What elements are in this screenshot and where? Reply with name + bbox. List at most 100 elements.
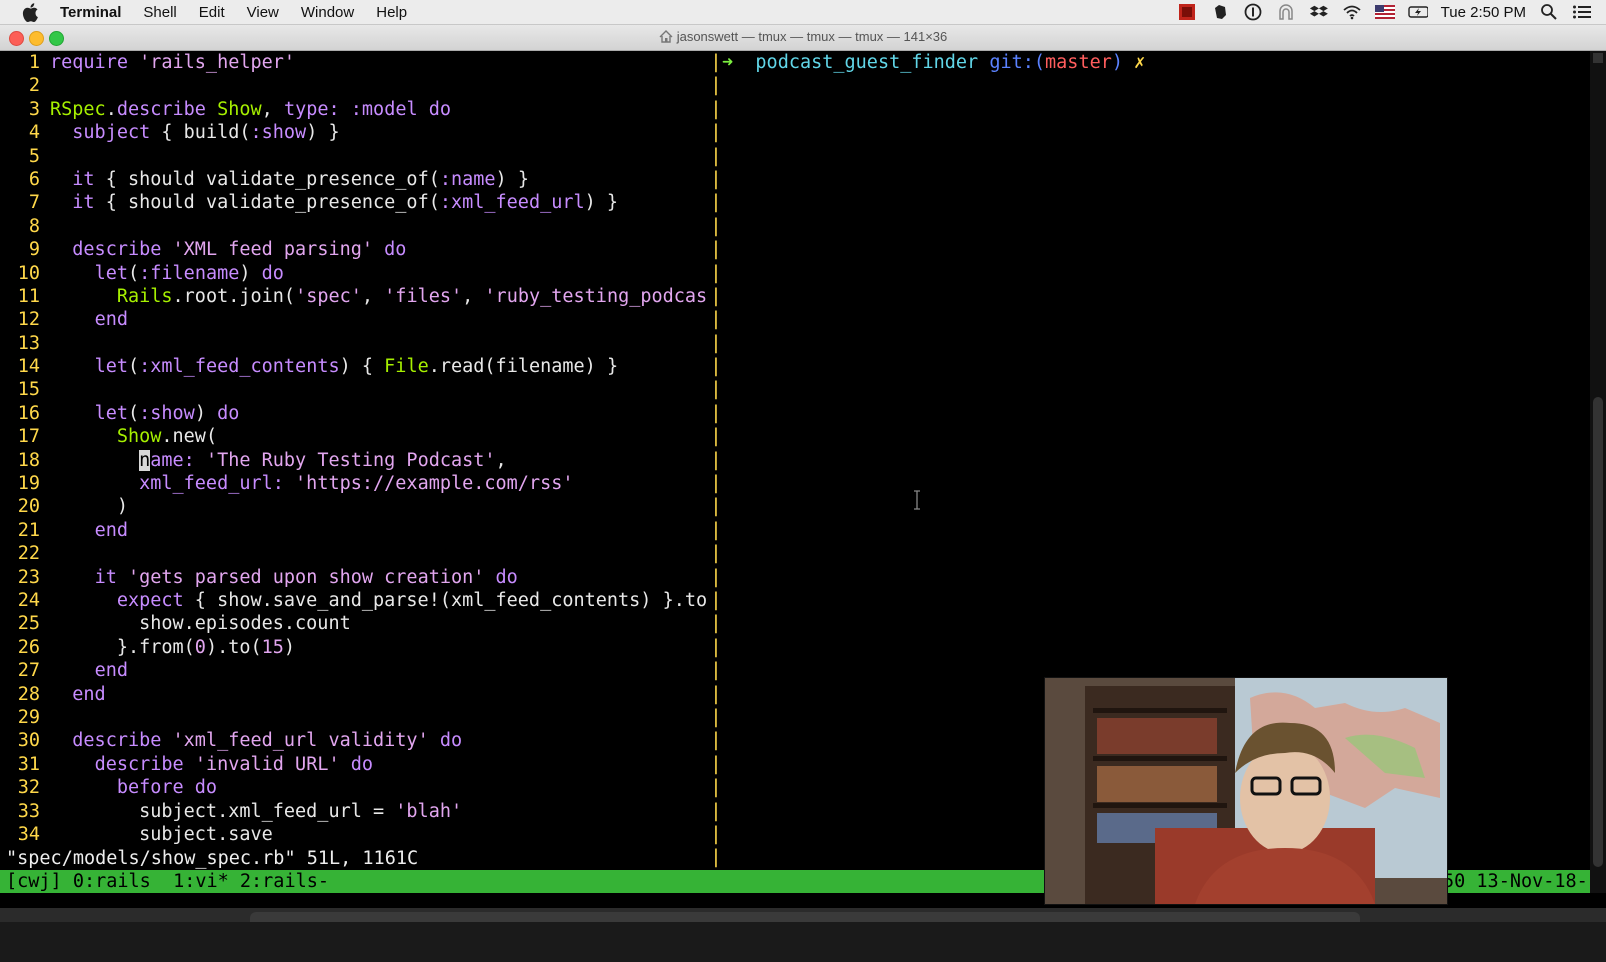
- code-line: 25 show.episodes.count: [0, 612, 712, 635]
- window-bottom-edge: [0, 908, 1606, 922]
- menu-shell[interactable]: Shell: [143, 4, 176, 21]
- line-number: 24: [17, 589, 40, 611]
- code-line: 27 end: [0, 659, 712, 682]
- code-line: 1 require 'rails_helper': [0, 51, 712, 74]
- code-line: 33 subject.xml_feed_url = 'blah': [0, 800, 712, 823]
- code-line: 12 end: [0, 308, 712, 331]
- code-line: 13: [0, 332, 712, 355]
- code-line: 8: [0, 215, 712, 238]
- code-line: 29: [0, 706, 712, 729]
- code-line: 6 it { should validate_presence_of(:name…: [0, 168, 712, 191]
- code-line: 31 describe 'invalid URL' do: [0, 753, 712, 776]
- code-line: 4 subject { build(:show) }: [0, 121, 712, 144]
- notification-center-icon[interactable]: [1572, 3, 1592, 21]
- tmux-window-list[interactable]: [cwj] 0:rails 1:vi* 2:rails-: [6, 870, 329, 893]
- 1password-icon[interactable]: [1243, 3, 1263, 21]
- code-line: 7 it { should validate_presence_of(:xml_…: [0, 191, 712, 214]
- line-number: 9: [28, 239, 40, 261]
- evernote-icon[interactable]: [1210, 3, 1230, 21]
- code-line: 16 let(:show) do: [0, 402, 712, 425]
- us-flag-icon[interactable]: [1374, 3, 1395, 21]
- scroll-up-icon[interactable]: [1593, 53, 1603, 63]
- shell-prompt[interactable]: ➜ podcast_guest_finder git:(master) ✗: [722, 51, 1145, 75]
- window-title-bar[interactable]: jasonswett — tmux — tmux — tmux — 141×36: [0, 25, 1606, 51]
- code-line: 3 RSpec.describe Show, type: :model do: [0, 98, 712, 121]
- code-line: 9 describe 'XML feed parsing' do: [0, 238, 712, 261]
- line-number: 30: [17, 730, 40, 752]
- apple-menu-icon[interactable]: [22, 2, 44, 22]
- code-line: 18 name: 'The Ruby Testing Podcast',: [0, 449, 712, 472]
- menu-view[interactable]: View: [247, 4, 279, 21]
- code-line: 28 end: [0, 683, 712, 706]
- line-number: 25: [17, 613, 40, 635]
- wifi-icon[interactable]: [1342, 3, 1362, 21]
- scrollbar-thumb[interactable]: [1593, 397, 1603, 867]
- code-line: 10 let(:filename) do: [0, 262, 712, 285]
- line-number: 1: [28, 52, 40, 73]
- code-line: 2: [0, 74, 712, 97]
- code-line: 11 Rails.root.join('spec', 'files', 'rub…: [0, 285, 712, 308]
- code-line: 24 expect { show.save_and_parse!(xml_fee…: [0, 589, 712, 612]
- code-line: 19 xml_feed_url: 'https://example.com/rs…: [0, 472, 712, 495]
- line-number: 4: [28, 122, 40, 144]
- line-number: 29: [17, 706, 40, 728]
- arch-icon[interactable]: [1276, 3, 1296, 21]
- line-number: 6: [28, 168, 40, 190]
- code-line: 32 before do: [0, 776, 712, 799]
- menu-bar: Terminal Shell Edit View Window Help Tue…: [0, 0, 1606, 25]
- prompt-dirty-mark: ✗: [1134, 52, 1146, 73]
- line-number: 34: [17, 823, 40, 845]
- text-cursor: n: [139, 449, 151, 471]
- line-number: 3: [28, 98, 40, 120]
- red-app-icon[interactable]: [1177, 3, 1197, 21]
- line-number: 31: [17, 753, 40, 775]
- line-number: 17: [17, 426, 40, 448]
- line-number: 33: [17, 800, 40, 822]
- line-number: 7: [28, 192, 40, 214]
- code-line: 20 ): [0, 495, 712, 518]
- line-number: 13: [17, 332, 40, 354]
- spotlight-search-icon[interactable]: [1539, 3, 1559, 21]
- line-number: 5: [28, 145, 40, 167]
- line-number: 8: [28, 215, 40, 237]
- line-number: 20: [17, 496, 40, 518]
- dropbox-icon[interactable]: [1309, 3, 1329, 21]
- code-line: 34 subject.save: [0, 823, 712, 846]
- code-line: 14 let(:xml_feed_contents) { File.read(f…: [0, 355, 712, 378]
- prompt-git-branch: master: [1045, 52, 1112, 73]
- code-line: 17 Show.new(: [0, 425, 712, 448]
- menu-window[interactable]: Window: [301, 4, 354, 21]
- menu-help[interactable]: Help: [376, 4, 407, 21]
- code-line: 21 end: [0, 519, 712, 542]
- line-number: 22: [17, 543, 40, 565]
- line-number: 15: [17, 379, 40, 401]
- code-line: 26 }.from(0).to(15): [0, 636, 712, 659]
- menu-edit[interactable]: Edit: [199, 4, 225, 21]
- tmux-pane-divider[interactable]: | | | | | | | | | | | | | | | | | | | | | | | | | | | | | | | | | | |: [710, 51, 722, 870]
- prompt-arrow: ➜: [722, 52, 734, 73]
- text-ibeam-cursor-icon: [913, 490, 921, 510]
- webcam-overlay: [1044, 677, 1448, 905]
- line-number: 28: [17, 683, 40, 705]
- terminal-scrollbar[interactable]: [1590, 51, 1606, 893]
- menu-app-terminal[interactable]: Terminal: [60, 4, 121, 21]
- line-number: 21: [17, 519, 40, 541]
- code-line: 5: [0, 145, 712, 168]
- code-line: 23 it 'gets parsed upon show creation' d…: [0, 566, 712, 589]
- line-number: 18: [17, 449, 40, 471]
- vim-editor-pane[interactable]: 1 require 'rails_helper' 2 3 RSpec.describ…: [0, 51, 712, 846]
- window-title: jasonswett — tmux — tmux — tmux — 141×36: [0, 29, 1606, 46]
- line-number: 2: [28, 75, 40, 97]
- line-number: 19: [17, 473, 40, 495]
- code-line: 22: [0, 542, 712, 565]
- line-number: 32: [17, 777, 40, 799]
- home-folder-icon: [659, 30, 673, 46]
- menu-clock[interactable]: Tue 2:50 PM: [1441, 4, 1526, 21]
- tmux-status-right: 50 13-Nov-18-: [1443, 871, 1588, 892]
- line-number: 26: [17, 636, 40, 658]
- battery-icon[interactable]: [1407, 3, 1428, 21]
- line-number: 23: [17, 566, 40, 588]
- line-number: 16: [17, 402, 40, 424]
- line-number: 11: [17, 285, 40, 307]
- line-number: 27: [17, 660, 40, 682]
